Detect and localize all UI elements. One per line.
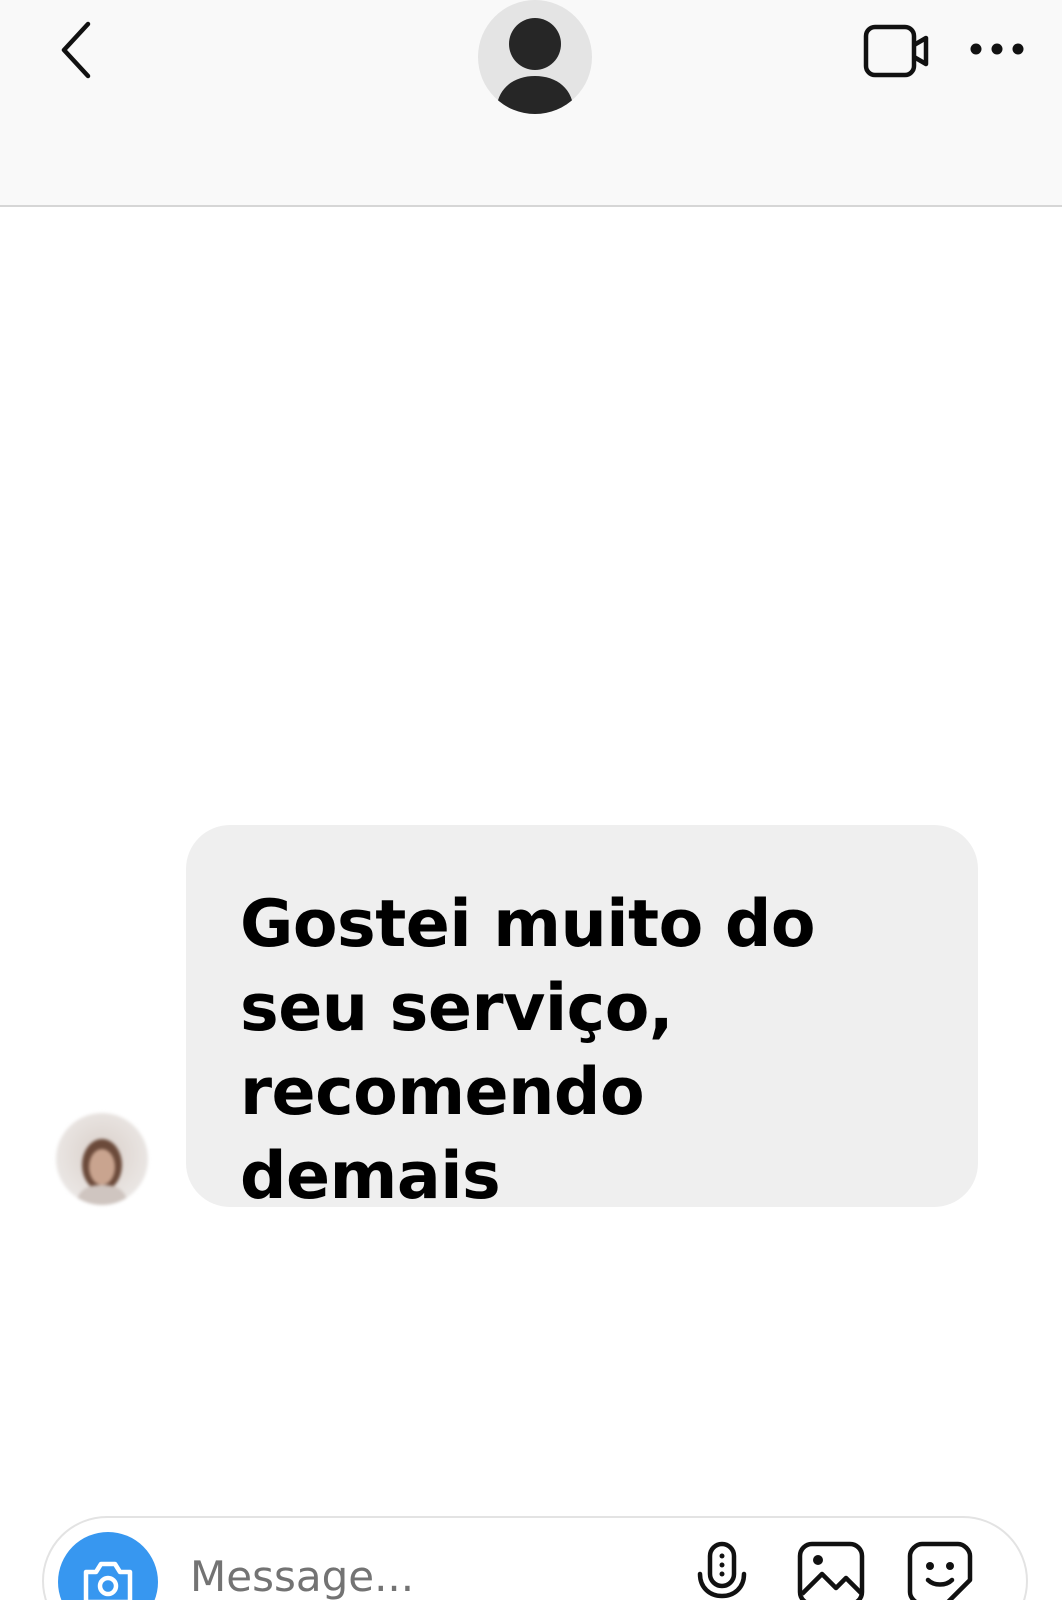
chat-header — [0, 0, 1062, 207]
message-composer — [42, 1516, 1028, 1600]
message-text: Gostei muito do seu serviço, recomendo d… — [240, 887, 816, 1214]
contact-avatar[interactable] — [478, 0, 592, 114]
back-button[interactable] — [48, 18, 104, 82]
video-call-button[interactable] — [862, 22, 932, 80]
image-icon — [797, 1541, 865, 1600]
message-input[interactable] — [190, 1546, 660, 1600]
sticker-icon — [907, 1541, 973, 1600]
message-bubble[interactable]: Gostei muito do seu serviço, recomendo d… — [186, 825, 978, 1214]
default-profile-icon — [496, 18, 574, 114]
microphone-icon — [697, 1541, 747, 1599]
video-call-icon — [863, 24, 929, 78]
message-thread: Gostei muito do seu serviço, recomendo d… — [0, 209, 1062, 1509]
voice-message-button[interactable] — [692, 1540, 752, 1600]
direct-message-screen: Gostei muito do seu serviço, recomendo d… — [0, 0, 1062, 1600]
chevron-left-icon — [61, 21, 91, 79]
gallery-button[interactable] — [796, 1540, 866, 1600]
sticker-button[interactable] — [906, 1540, 974, 1600]
camera-icon — [83, 1561, 133, 1600]
more-options-button[interactable] — [966, 26, 1028, 72]
camera-button[interactable] — [58, 1532, 158, 1600]
profile-photo-icon — [76, 1139, 128, 1205]
sender-avatar[interactable] — [56, 1113, 148, 1205]
more-horizontal-icon — [970, 43, 1024, 55]
